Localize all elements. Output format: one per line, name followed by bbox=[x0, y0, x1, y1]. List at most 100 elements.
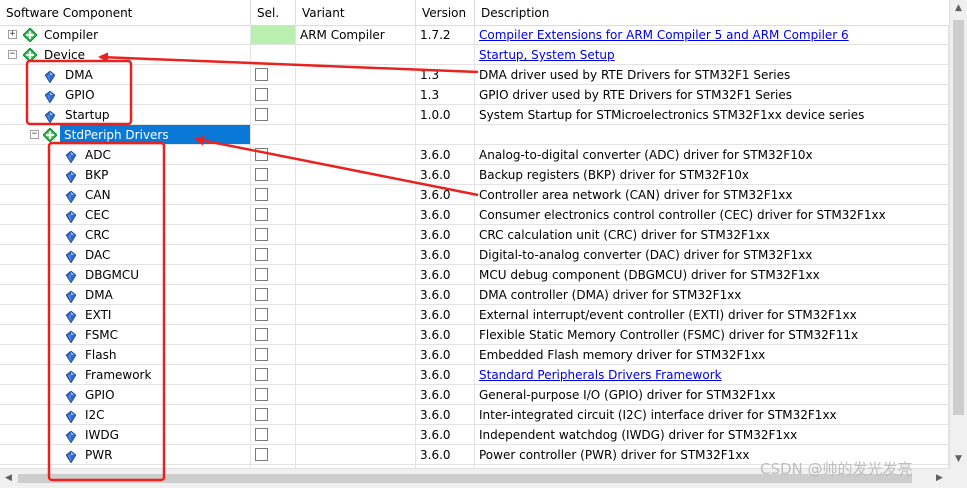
component-row[interactable]: − Device Startup, System Setup bbox=[0, 45, 949, 65]
select-checkbox[interactable] bbox=[255, 368, 268, 381]
select-checkbox[interactable] bbox=[255, 168, 268, 181]
component-row[interactable]: DAC 3.6.0 Digital-to-analog converter (DAC… bbox=[0, 245, 949, 265]
component-row[interactable]: DMA 1.3 DMA driver used by RTE Drivers for… bbox=[0, 65, 949, 85]
sel-cell[interactable] bbox=[251, 225, 296, 245]
component-name-cell[interactable]: DMA bbox=[0, 65, 251, 85]
component-name-cell[interactable]: Framework bbox=[0, 365, 251, 385]
sel-cell[interactable] bbox=[251, 285, 296, 305]
component-row[interactable]: GPIO 3.6.0 General-purpose I/O (GPIO) driv… bbox=[0, 385, 949, 405]
sel-cell[interactable] bbox=[251, 85, 296, 105]
component-name-cell[interactable]: DMA bbox=[0, 285, 251, 305]
component-name-cell[interactable]: − Device bbox=[0, 45, 251, 65]
sel-cell[interactable] bbox=[251, 145, 296, 165]
component-row[interactable]: CAN 3.6.0 Controller area network (CAN) dr… bbox=[0, 185, 949, 205]
component-row[interactable]: BKP 3.6.0 Backup registers (BKP) driver fo… bbox=[0, 165, 949, 185]
component-name-cell[interactable]: PWR bbox=[0, 445, 251, 465]
select-checkbox[interactable] bbox=[255, 188, 268, 201]
select-checkbox[interactable] bbox=[255, 448, 268, 461]
component-name-cell[interactable]: EXTI bbox=[0, 305, 251, 325]
collapse-icon[interactable]: − bbox=[8, 50, 17, 59]
component-row[interactable]: Flash 3.6.0 Embedded Flash memory driver f… bbox=[0, 345, 949, 365]
select-checkbox[interactable] bbox=[255, 328, 268, 341]
component-row[interactable]: I2C 3.6.0 Inter-integrated circuit (I2C) i… bbox=[0, 405, 949, 425]
component-name-cell[interactable]: CAN bbox=[0, 185, 251, 205]
select-checkbox[interactable] bbox=[255, 348, 268, 361]
component-row[interactable]: CEC 3.6.0 Consumer electronics control con… bbox=[0, 205, 949, 225]
component-name-cell[interactable]: ADC bbox=[0, 145, 251, 165]
component-row[interactable]: DBGMCU 3.6.0 MCU debug component (DBGMCU) … bbox=[0, 265, 949, 285]
component-row[interactable]: FSMC 3.6.0 Flexible Static Memory Controll… bbox=[0, 325, 949, 345]
select-checkbox[interactable] bbox=[255, 68, 268, 81]
select-checkbox[interactable] bbox=[255, 288, 268, 301]
component-name-cell[interactable]: GPIO bbox=[0, 85, 251, 105]
sel-resolved-indicator[interactable] bbox=[251, 25, 295, 44]
vertical-scrollbar[interactable]: ▲ ▼ bbox=[949, 0, 967, 468]
sel-cell[interactable] bbox=[251, 345, 296, 365]
component-row[interactable]: Framework 3.6.0 Standard Peripherals Drive… bbox=[0, 365, 949, 385]
component-name-cell[interactable]: GPIO bbox=[0, 385, 251, 405]
description-link[interactable]: Compiler Extensions for ARM Compiler 5 a… bbox=[479, 28, 849, 42]
header-version[interactable]: Version bbox=[416, 0, 475, 25]
sel-cell[interactable] bbox=[251, 265, 296, 285]
component-row[interactable]: IWDG 3.6.0 Independent watchdog (IWDG) dri… bbox=[0, 425, 949, 445]
component-row[interactable]: Startup 1.0.0 System Startup for STMicroel… bbox=[0, 105, 949, 125]
component-row[interactable]: − StdPeriph Drivers bbox=[0, 125, 949, 145]
select-checkbox[interactable] bbox=[255, 148, 268, 161]
header-variant[interactable]: Variant bbox=[296, 0, 416, 25]
component-name-cell[interactable]: + Compiler bbox=[0, 25, 251, 45]
header-description[interactable]: Description bbox=[475, 0, 949, 25]
sel-cell[interactable] bbox=[251, 65, 296, 85]
sel-cell[interactable] bbox=[251, 245, 296, 265]
sel-cell[interactable] bbox=[251, 25, 296, 45]
select-checkbox[interactable] bbox=[255, 108, 268, 121]
select-checkbox[interactable] bbox=[255, 208, 268, 221]
sel-cell[interactable] bbox=[251, 305, 296, 325]
component-name-cell[interactable]: CEC bbox=[0, 205, 251, 225]
component-name-cell[interactable]: Startup bbox=[0, 105, 251, 125]
select-checkbox[interactable] bbox=[255, 428, 268, 441]
header-sel[interactable]: Sel. bbox=[251, 0, 296, 25]
component-name-cell[interactable]: FSMC bbox=[0, 325, 251, 345]
component-name-cell[interactable]: I2C bbox=[0, 405, 251, 425]
component-row[interactable]: ADC 3.6.0 Analog-to-digital converter (ADC… bbox=[0, 145, 949, 165]
sel-cell[interactable] bbox=[251, 425, 296, 445]
select-checkbox[interactable] bbox=[255, 388, 268, 401]
sel-cell[interactable] bbox=[251, 405, 296, 425]
component-name-cell[interactable]: − StdPeriph Drivers bbox=[0, 125, 251, 145]
description-link[interactable]: Standard Peripherals Drivers Framework bbox=[479, 368, 722, 382]
sel-cell[interactable] bbox=[251, 385, 296, 405]
sel-cell[interactable] bbox=[251, 165, 296, 185]
description-link[interactable]: Startup, System Setup bbox=[479, 48, 615, 62]
scroll-right-arrow-icon[interactable]: ▶ bbox=[931, 470, 948, 487]
component-row[interactable]: + Compiler ARM Compiler 1.7.2 Compiler Exten… bbox=[0, 25, 949, 45]
select-checkbox[interactable] bbox=[255, 268, 268, 281]
select-checkbox[interactable] bbox=[255, 248, 268, 261]
sel-cell[interactable] bbox=[251, 185, 296, 205]
vertical-scroll-thumb[interactable] bbox=[953, 20, 964, 415]
collapse-icon[interactable]: − bbox=[30, 130, 39, 139]
component-row[interactable]: GPIO 1.3 GPIO driver used by RTE Drivers f… bbox=[0, 85, 949, 105]
sel-cell[interactable] bbox=[251, 105, 296, 125]
scroll-up-arrow-icon[interactable]: ▲ bbox=[950, 0, 967, 17]
component-row[interactable]: DMA 3.6.0 DMA controller (DMA) driver for … bbox=[0, 285, 949, 305]
component-name-cell[interactable]: IWDG bbox=[0, 425, 251, 445]
sel-cell[interactable] bbox=[251, 325, 296, 345]
component-name-cell[interactable]: CRC bbox=[0, 225, 251, 245]
component-row[interactable]: CRC 3.6.0 CRC calculation unit (CRC) drive… bbox=[0, 225, 949, 245]
select-checkbox[interactable] bbox=[255, 308, 268, 321]
component-row[interactable]: EXTI 3.6.0 External interrupt/event contro… bbox=[0, 305, 949, 325]
component-name-cell[interactable]: DBGMCU bbox=[0, 265, 251, 285]
scroll-left-arrow-icon[interactable]: ◀ bbox=[0, 470, 17, 487]
header-software-component[interactable]: Software Component bbox=[0, 0, 251, 25]
sel-cell[interactable] bbox=[251, 205, 296, 225]
sel-cell[interactable] bbox=[251, 445, 296, 465]
select-checkbox[interactable] bbox=[255, 228, 268, 241]
component-name-cell[interactable]: Flash bbox=[0, 345, 251, 365]
variant-cell[interactable]: ARM Compiler bbox=[296, 25, 416, 45]
select-checkbox[interactable] bbox=[255, 88, 268, 101]
expand-icon[interactable]: + bbox=[8, 30, 17, 39]
component-name-cell[interactable]: BKP bbox=[0, 165, 251, 185]
select-checkbox[interactable] bbox=[255, 408, 268, 421]
component-name-cell[interactable]: DAC bbox=[0, 245, 251, 265]
scroll-down-arrow-icon[interactable]: ▼ bbox=[950, 451, 967, 468]
